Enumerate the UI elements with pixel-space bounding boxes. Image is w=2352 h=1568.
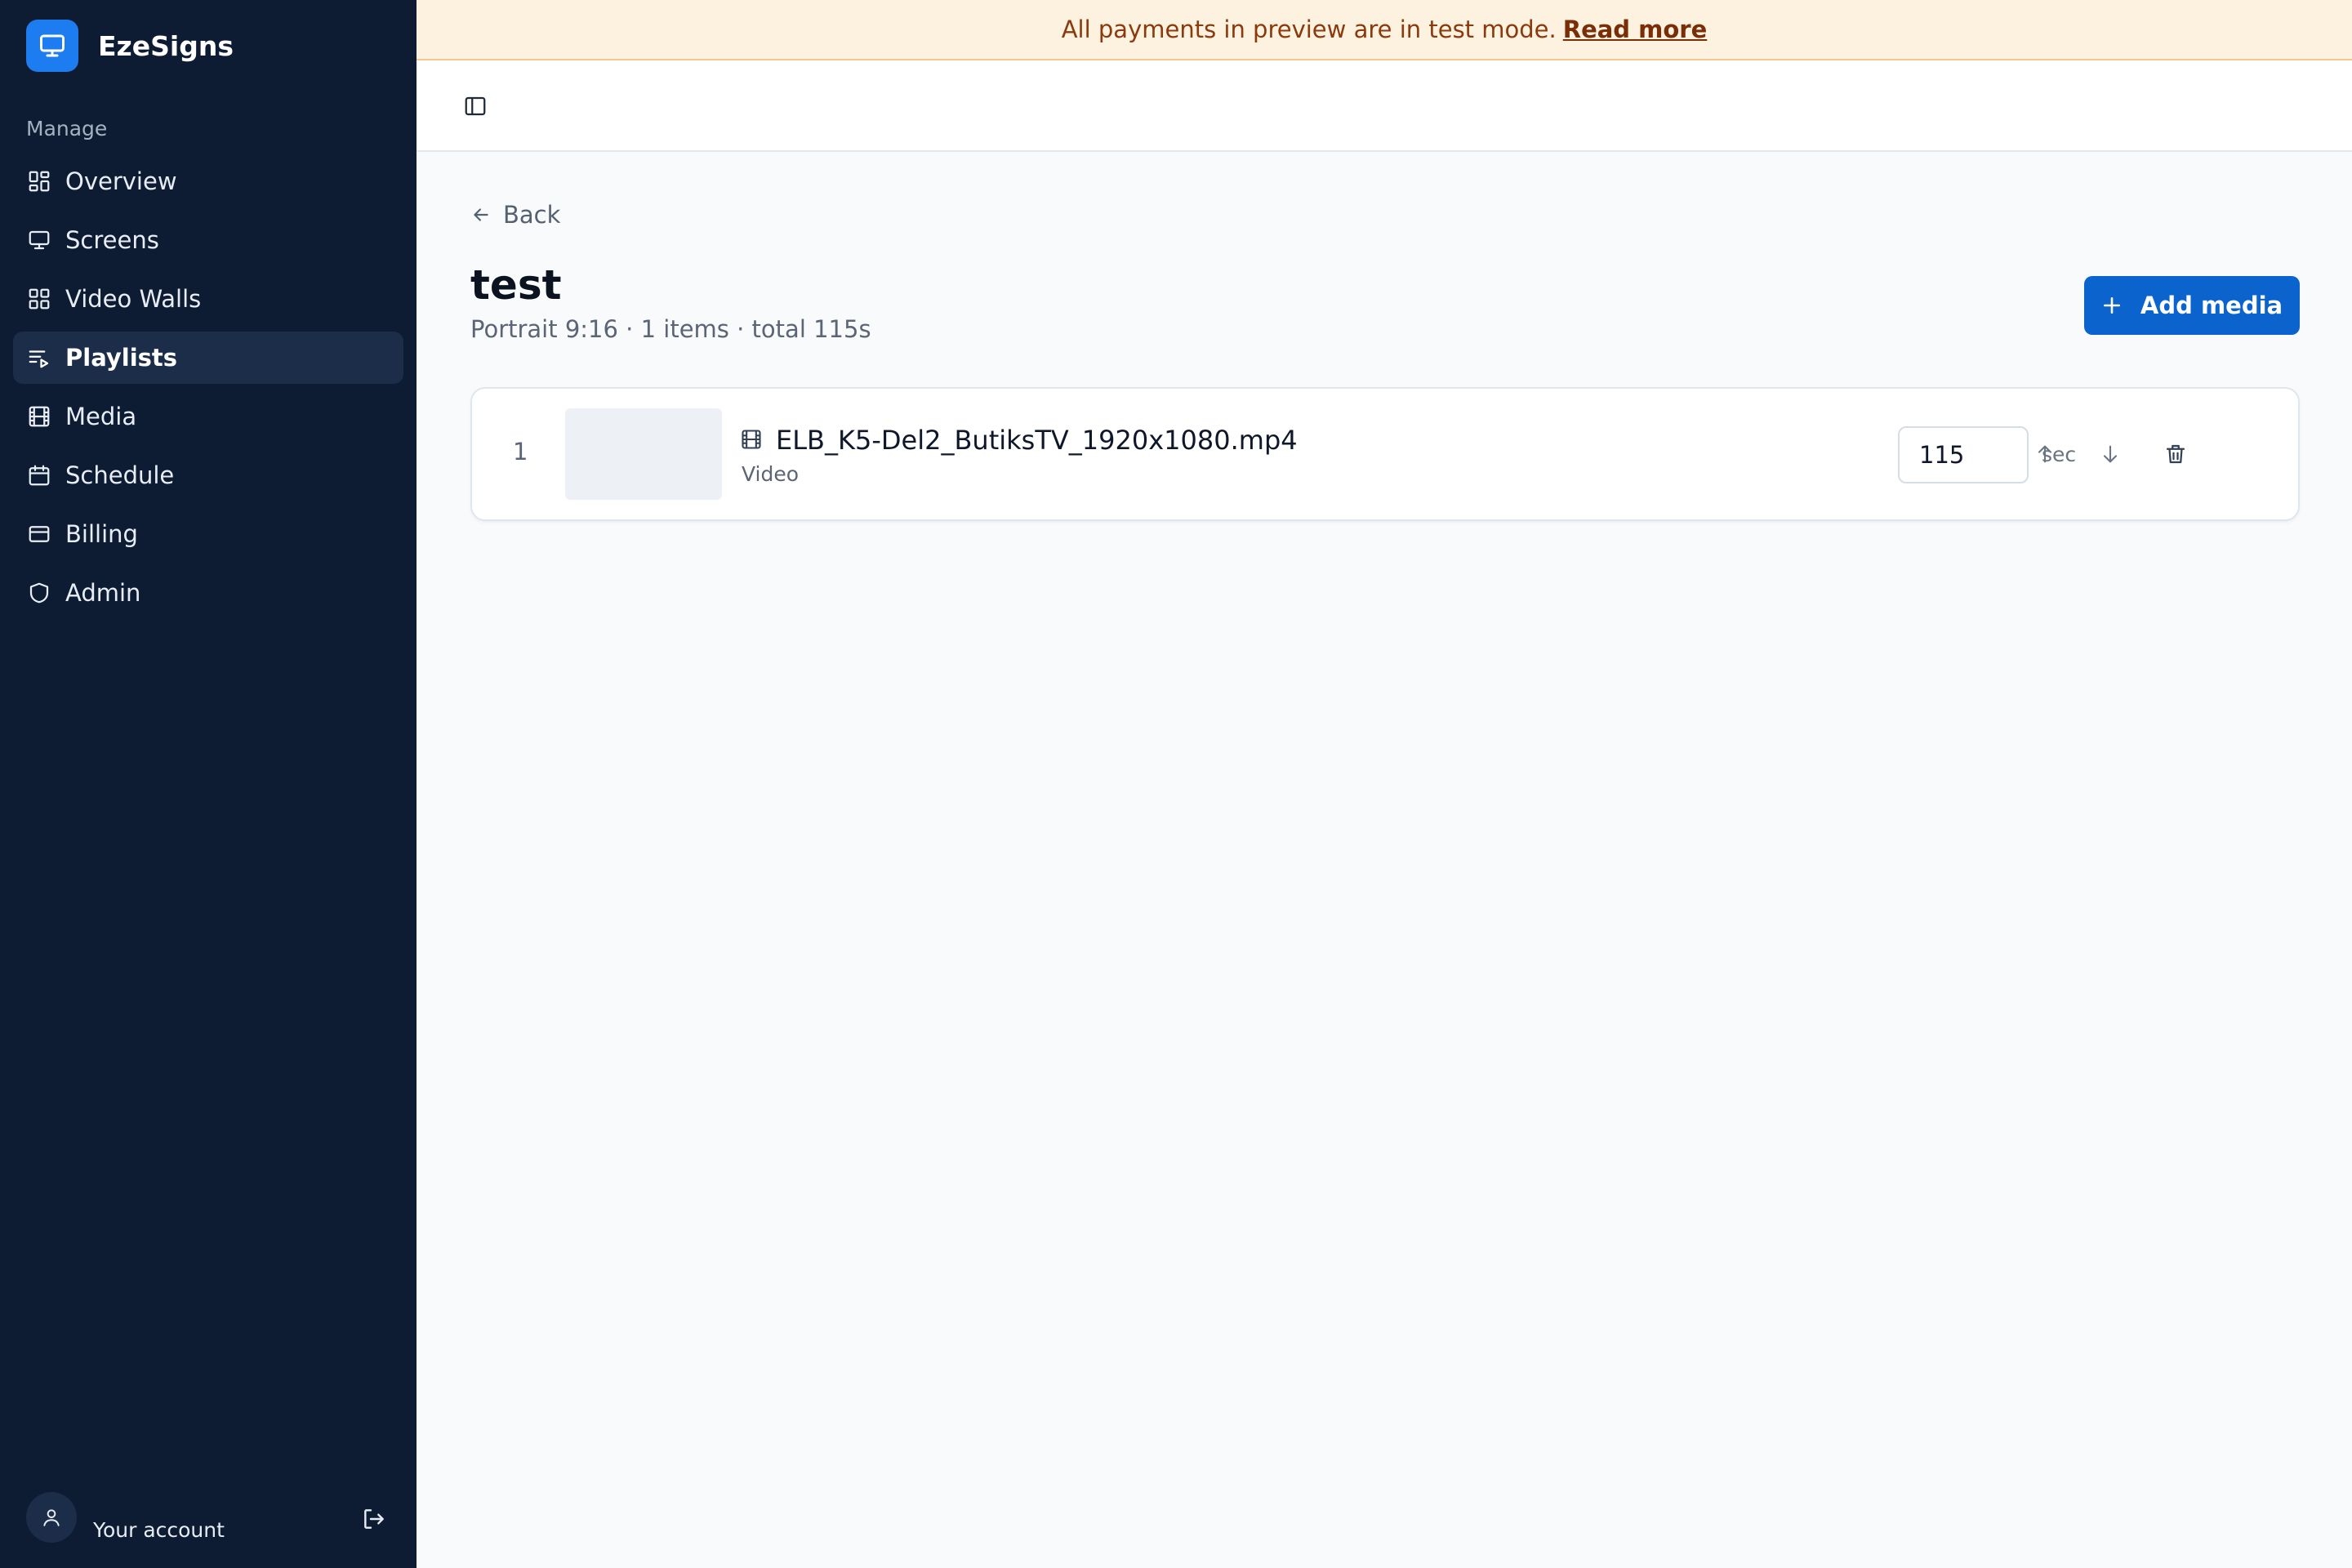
read-more-link[interactable]: Read more <box>1563 16 1708 43</box>
playlist-summary: Portrait 9:16 · 1 items · total 115s <box>470 315 871 343</box>
sidebar-item-label: Billing <box>65 520 138 548</box>
sidebar-item-screens[interactable]: Screens <box>13 214 403 266</box>
sidebar-item-schedule[interactable]: Schedule <box>13 449 403 501</box>
playlist-icon <box>26 345 52 371</box>
add-media-button[interactable]: Add media <box>2084 276 2300 335</box>
sidebar-item-admin[interactable]: Admin <box>13 567 403 619</box>
avatar <box>26 1492 77 1543</box>
shield-icon <box>26 580 52 606</box>
monitor-logo-icon <box>26 20 78 72</box>
back-link[interactable]: Back <box>470 201 560 229</box>
sidebar-item-label: Playlists <box>65 344 178 372</box>
sidebar-item-label: Schedule <box>65 461 175 489</box>
sidebar-item-media[interactable]: Media <box>13 390 403 443</box>
move-up-icon[interactable] <box>2029 438 2061 470</box>
sidebar-item-video-walls[interactable]: Video Walls <box>13 273 403 325</box>
page-title: test <box>470 261 562 309</box>
sidebar-item-billing[interactable]: Billing <box>13 508 403 560</box>
sidebar-nav: Overview Screens Video Walls Playlists M… <box>13 155 403 626</box>
app-name: EzeSigns <box>98 29 234 62</box>
media-file-name: ELB_K5-Del2_ButiksTV_1920x1080.mp4 <box>776 425 1298 456</box>
film-icon <box>26 403 52 430</box>
sidebar-section-label: Manage <box>26 117 108 140</box>
monitor-icon <box>26 227 52 253</box>
sidebar-item-label: Media <box>65 403 137 430</box>
top-bar <box>416 60 2352 152</box>
calendar-icon <box>26 462 52 488</box>
sidebar-item-playlists[interactable]: Playlists <box>13 332 403 384</box>
trash-icon[interactable] <box>2159 438 2192 470</box>
test-mode-banner: All payments in preview are in test mode… <box>416 0 2352 60</box>
playlist-item-row: 1 ELB_K5-Del2_ButiksTV_1920x1080.mp4 Vid… <box>470 387 2300 521</box>
back-label: Back <box>503 201 561 229</box>
plus-icon <box>2103 297 2120 314</box>
sidebar-item-label: Admin <box>65 579 141 607</box>
duration-input[interactable] <box>1898 426 2029 483</box>
item-index: 1 <box>513 438 528 466</box>
sidebar-item-label: Video Walls <box>65 285 202 313</box>
brand[interactable]: EzeSigns <box>26 20 234 72</box>
credit-card-icon <box>26 521 52 547</box>
dashboard-icon <box>26 168 52 194</box>
arrow-left-icon <box>474 208 488 221</box>
move-down-icon[interactable] <box>2094 438 2127 470</box>
sidebar-item-overview[interactable]: Overview <box>13 155 403 207</box>
sidebar-item-label: Overview <box>65 167 177 195</box>
banner-text: All payments in preview are in test mode… <box>1061 16 1557 43</box>
sidebar: EzeSigns Manage Overview Screens Video W… <box>0 0 416 1568</box>
sidebar-toggle-icon[interactable] <box>449 90 501 122</box>
media-type: Video <box>742 462 800 486</box>
add-media-label: Add media <box>2140 292 2283 319</box>
sidebar-item-label: Screens <box>65 226 159 254</box>
logout-icon[interactable] <box>358 1503 390 1535</box>
account-menu[interactable]: Your account <box>26 1491 390 1544</box>
grid-icon <box>26 286 52 312</box>
account-label: Your account <box>93 1517 225 1542</box>
media-thumbnail <box>565 408 722 500</box>
film-icon <box>740 428 764 452</box>
